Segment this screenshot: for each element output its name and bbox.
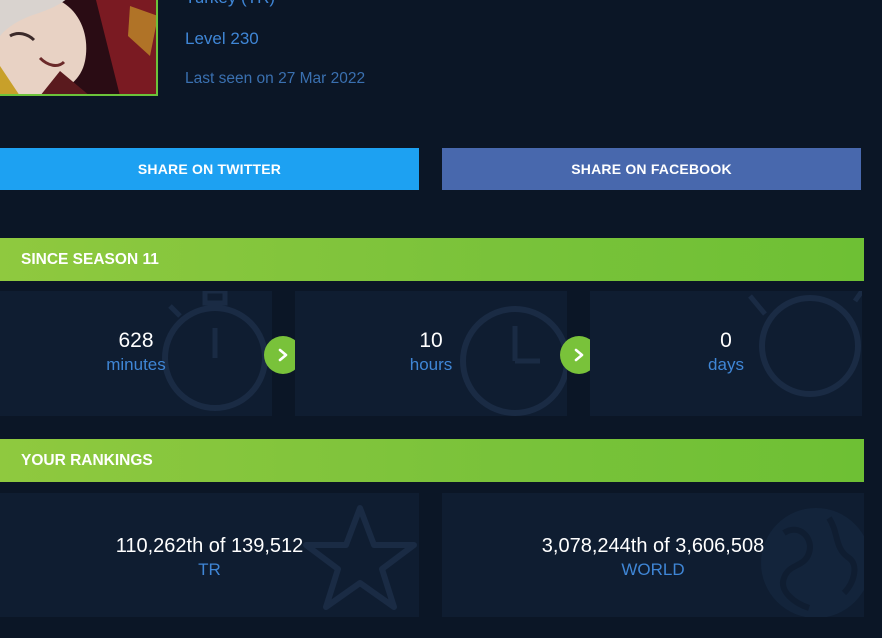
days-label: days: [708, 355, 744, 374]
share-twitter-button[interactable]: SHARE ON TWITTER: [0, 148, 419, 190]
share-facebook-button[interactable]: SHARE ON FACEBOOK: [442, 148, 861, 190]
country-label: Turkey (TR): [185, 0, 275, 8]
world-rank-value: 3,078,244th of 3,606,508: [541, 535, 765, 557]
country-rank-card: 110,262th of 139,512 TR: [0, 493, 419, 617]
world-rank-label: WORLD: [621, 560, 685, 579]
level-label: Level 230: [185, 29, 259, 48]
rankings-section-header: YOUR RANKINGS: [0, 439, 864, 482]
avatar: [0, 0, 158, 96]
minutes-card: 628 minutes: [0, 291, 272, 416]
hours-label: hours: [409, 355, 453, 374]
days-card: 0 days: [590, 291, 862, 416]
country-rank-value: 110,262th of 139,512: [115, 535, 304, 557]
hours-card: 10 hours: [295, 291, 567, 416]
world-rank-card: 3,078,244th of 3,606,508 WORLD: [442, 493, 864, 617]
minutes-label: minutes: [106, 355, 166, 374]
days-value: 0: [720, 329, 732, 352]
minutes-value: 628: [118, 329, 154, 352]
season-section-header: SINCE SEASON 11: [0, 238, 864, 281]
country-rank-label: TR: [198, 560, 221, 579]
hours-value: 10: [419, 329, 443, 352]
last-seen-label: Last seen on 27 Mar 2022: [185, 70, 366, 87]
